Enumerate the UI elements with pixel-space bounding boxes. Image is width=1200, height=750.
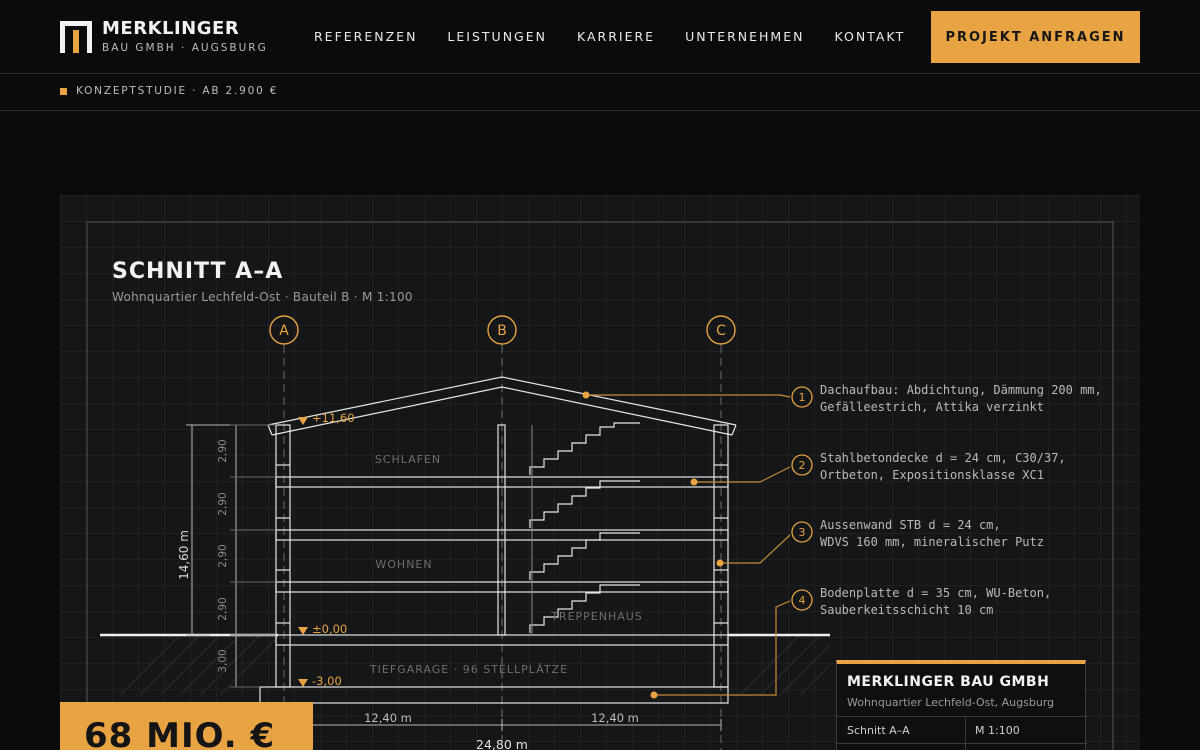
axis-a-label: A [279,323,289,339]
callout-4-num: 4 [799,594,806,607]
callout-3-num: 3 [799,526,806,539]
floor-height-4: 2,90 [217,597,229,620]
span-ab: 12,40 m [364,711,412,725]
title-block-row: Schnitt A–A M 1:100 [837,716,1087,744]
brand-subtitle: BAU GMBH · AUGSBURG [102,42,268,54]
callout-1-line2: Gefälleestrich, Attika verzinkt [820,400,1044,414]
callout-2-line2: Ortbeton, Expositionsklasse XC1 [820,468,1044,482]
room-schlafen: SCHLAFEN [375,453,441,466]
title-block-drawing: Schnitt A–A [847,724,910,737]
nav-kontakt[interactable]: KONTAKT [834,29,905,44]
volume-badge: 68 MIO. € [60,702,313,750]
title-block-scale: M 1:100 [975,724,1020,737]
nav-unternehmen[interactable]: UNTERNEHMEN [685,29,804,44]
callout-3-line2: WDVS 160 mm, mineralischer Putz [820,535,1044,549]
info-bar-text: KONZEPTSTUDIE · AB 2.900 € [76,85,279,97]
main-nav: REFERENZEN LEISTUNGEN KARRIERE UNTERNEHM… [314,29,935,44]
room-treppenhaus: TREPPENHAUS [550,610,643,623]
callout-2-num: 2 [799,459,806,472]
callout-1-line1: Dachaufbau: Abdichtung, Dämmung 200 mm, [820,383,1102,397]
title-block: MERKLINGER BAU GMBH Wohnquartier Lechfel… [836,660,1087,750]
callout-4-line1: Bodenplatte d = 35 cm, WU-Beton, [820,586,1052,600]
callout-2-text: Stahlbetondecke d = 24 cm, C30/37, Ortbe… [820,450,1066,484]
total-height-label: 14,60 m [177,530,191,580]
axis-b-label: B [497,323,507,339]
callout-2-line1: Stahlbetondecke d = 24 cm, C30/37, [820,451,1066,465]
axis-c-label: C [716,323,726,339]
brand-name: MERKLINGER [102,18,240,39]
floor-height-2: 2,90 [217,492,229,515]
nav-referenzen[interactable]: REFERENZEN [314,29,417,44]
room-tiefgarage: TIEFGARAGE · 96 STELLPLÄTZE [369,663,568,676]
section-drawing-panel: A B C SCHLAFEN WOHNEN TREPPENHAUS TIEFGA… [60,195,1140,750]
room-wohnen: WOHNEN [375,558,432,571]
building-section [259,376,737,704]
floor-height-1: 2,90 [217,439,229,462]
logo-mark-icon [60,21,92,53]
nav-leistungen[interactable]: LEISTUNGEN [447,29,547,44]
callout-1-num: 1 [799,391,806,404]
floor-height-3: 2,90 [217,544,229,567]
title-block-divider [965,716,966,750]
callout-3-text: Aussenwand STB d = 24 cm, WDVS 160 mm, m… [820,517,1044,551]
callout-3-line1: Aussenwand STB d = 24 cm, [820,518,1001,532]
total-width: 24,80 m [476,737,528,750]
info-bar: KONZEPTSTUDIE · AB 2.900 € [0,75,1200,111]
floor-height-5: 3,00 [217,649,229,672]
accent-square-icon [60,88,67,95]
title-block-company: MERKLINGER BAU GMBH [847,674,1050,690]
nav-karriere[interactable]: KARRIERE [577,29,655,44]
span-bc: 12,40 m [591,711,639,725]
drawing-title: SCHNITT A–A [112,259,284,284]
title-block-project: Wohnquartier Lechfeld-Ost, Augsburg [847,696,1055,709]
logo[interactable]: MERKLINGER BAU GMBH · AUGSBURG [60,18,268,54]
volume-badge-text: 68 MIO. € [84,716,276,750]
callout-leaders [586,394,791,696]
callout-1-text: Dachaufbau: Abdichtung, Dämmung 200 mm, … [820,382,1102,416]
callout-4-line2: Sauberkeitsschicht 10 cm [820,603,994,617]
site-header: MERKLINGER BAU GMBH · AUGSBURG REFERENZE… [0,0,1200,74]
drawing-subtitle: Wohnquartier Lechfeld-Ost · Bauteil B · … [112,290,413,304]
level-top: +11,60 [312,411,355,425]
level-basement: -3,00 [312,674,342,688]
level-zero: ±0,00 [312,622,347,636]
callout-4-text: Bodenplatte d = 35 cm, WU-Beton, Sauberk… [820,585,1051,619]
projekt-anfragen-button[interactable]: PROJEKT ANFRAGEN [931,11,1140,63]
